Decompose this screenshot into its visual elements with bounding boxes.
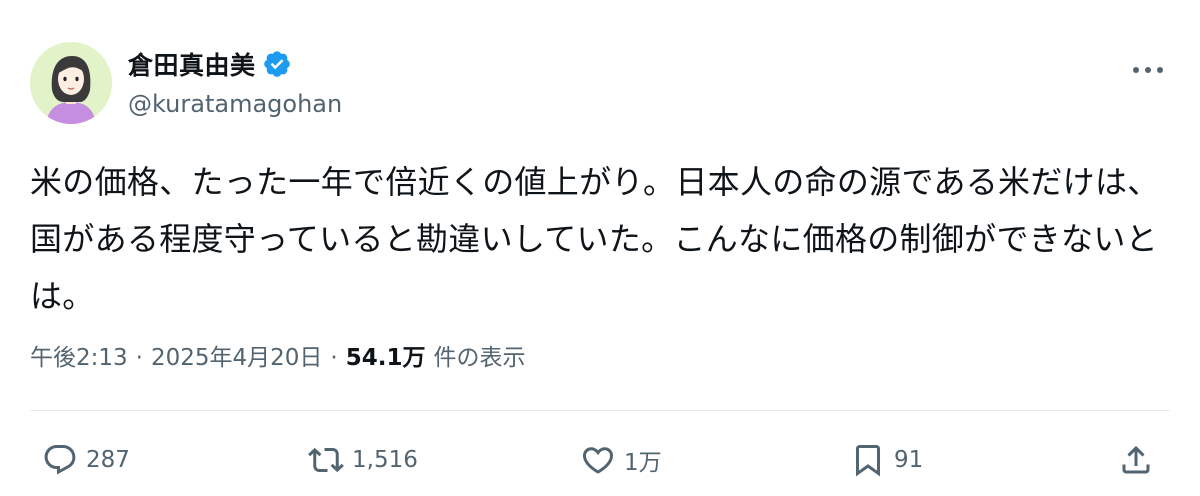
like-button[interactable]: 1万	[580, 438, 662, 482]
action-bar: 287 1,516 1万 91	[30, 438, 1170, 482]
reply-bubble-icon	[44, 445, 76, 475]
tweet-header: 倉田真由美 @kuratamagohan	[30, 42, 1170, 126]
meta-separator: ·	[135, 345, 143, 371]
bookmark-button[interactable]: 91	[850, 438, 923, 482]
bookmark-icon	[856, 445, 880, 477]
retweet-button[interactable]: 1,516	[308, 438, 418, 482]
heart-icon	[582, 447, 614, 474]
display-name-row: 倉田真由美	[128, 48, 342, 80]
share-button[interactable]	[1118, 438, 1154, 482]
tweet-date[interactable]: 2025年4月20日	[151, 338, 322, 372]
retweet-count: 1,516	[352, 447, 418, 473]
user-handle[interactable]: @kuratamagohan	[128, 90, 342, 118]
more-horizontal-icon	[1133, 67, 1163, 73]
tweet-text: 米の価格、たった一年で倍近くの値上がり。日本人の命の源である米だけは、国がある程…	[30, 163, 1160, 315]
tweet-card: 倉田真由美 @kuratamagohan 米の価格、たった一年で倍近くの値上がり…	[0, 0, 1200, 496]
avatar-illustration	[30, 42, 112, 124]
meta-separator: ·	[330, 345, 338, 371]
divider	[30, 410, 1170, 411]
views-label: 件の表示	[433, 345, 526, 371]
retweet-arrows-icon	[308, 447, 344, 473]
share-upload-icon	[1122, 445, 1150, 474]
avatar[interactable]	[30, 42, 112, 124]
like-count: 1万	[624, 450, 662, 476]
display-name[interactable]: 倉田真由美	[128, 46, 256, 82]
bookmark-count: 91	[894, 447, 924, 473]
tweet-meta: 午後2:13 · 2025年4月20日 · 54.1万 件の表示	[30, 338, 525, 372]
author-info: 倉田真由美 @kuratamagohan	[128, 48, 342, 118]
verified-badge-icon[interactable]	[262, 49, 292, 79]
tweet-time[interactable]: 午後2:13	[30, 338, 128, 372]
views-count[interactable]: 54.1万	[346, 338, 426, 372]
more-options-button[interactable]	[1128, 58, 1168, 82]
reply-button[interactable]: 287	[42, 438, 130, 482]
reply-count: 287	[86, 447, 130, 473]
